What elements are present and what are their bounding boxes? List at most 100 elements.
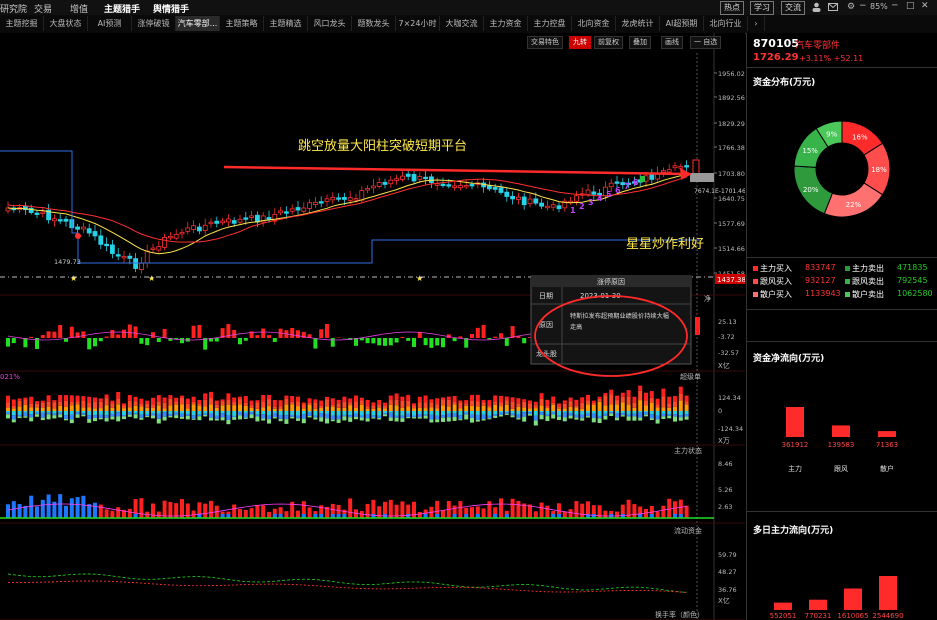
tab-11[interactable]: 主力资金	[484, 16, 528, 31]
tab-15[interactable]: AI超预期	[660, 16, 704, 31]
donut-label: 15%	[802, 147, 818, 155]
candle	[104, 243, 109, 247]
hot-button[interactable]: 热点	[720, 1, 744, 15]
candle	[312, 201, 318, 206]
tab-13[interactable]: 北向资金	[572, 16, 616, 31]
current-price-label: 1437.38	[717, 276, 745, 284]
super-order-bar	[365, 399, 370, 407]
tab-6[interactable]: 主题精选	[264, 16, 308, 31]
exchange-button[interactable]: 交流	[781, 1, 805, 15]
super-order-bar	[609, 411, 614, 413]
super-order-bar	[104, 405, 109, 411]
tab-2[interactable]: AI预测	[88, 16, 132, 31]
super-order-bar	[313, 417, 318, 420]
learn-button[interactable]: 学习	[750, 1, 774, 15]
tab-8[interactable]: 题数龙头	[352, 16, 396, 31]
panel3-tick: 0	[718, 407, 722, 415]
kline-chart[interactable]: 1956.02 1892.56 1829.29 1766.38 1703.80 1640.…	[0, 33, 745, 620]
super-order-bar	[562, 400, 567, 404]
super-order-bar	[23, 416, 28, 418]
super-order-bar	[93, 415, 97, 418]
event-flag-icon	[640, 176, 645, 182]
divider	[747, 511, 937, 512]
minimize-icon[interactable]: ─	[892, 1, 897, 11]
limit-up-popup[interactable]: 涨停原因日期 2023-01-30原因特斯拉发布超预期业绩股价持续大幅走高龙头股	[530, 275, 692, 377]
super-order-bar	[249, 414, 254, 419]
super-order-bar	[180, 416, 184, 419]
donut-label: 18%	[871, 166, 887, 174]
toolbar-button-5[interactable]: 一 自选	[690, 36, 722, 49]
toolbar-button-3[interactable]: 叠加	[629, 36, 651, 49]
tab-16[interactable]: 北向行业	[704, 16, 748, 31]
super-order-bar	[35, 407, 39, 411]
state-bar-red	[238, 509, 242, 518]
menu-item-value[interactable]: 增值	[70, 2, 88, 15]
super-order-bar	[75, 395, 80, 402]
super-order-bar	[394, 393, 399, 400]
tab-7[interactable]: 风口龙头	[308, 16, 352, 31]
tab-0[interactable]: 主题挖掘	[0, 16, 44, 31]
toolbar-button-0[interactable]: 交易特色	[527, 36, 563, 49]
super-order-bar	[81, 400, 86, 408]
zoom-out-icon[interactable]: −	[859, 1, 867, 11]
net-flow-bar	[695, 317, 700, 335]
super-order-bar	[591, 417, 596, 423]
tab-1[interactable]: 大盘状态	[44, 16, 88, 31]
super-order-bar	[168, 411, 173, 415]
super-order-bar	[493, 401, 498, 405]
super-order-bar	[307, 412, 312, 417]
super-order-bar	[313, 415, 318, 418]
super-order-bar	[580, 411, 585, 415]
tab-14[interactable]: 龙虎统计	[616, 16, 660, 31]
super-order-bar	[348, 411, 353, 416]
candle	[40, 211, 46, 215]
tab-3[interactable]: 涨停破镜	[132, 16, 176, 31]
settings-icon[interactable]: ⚙	[847, 2, 855, 12]
tab-12[interactable]: 主力控盘	[528, 16, 572, 31]
super-order-bar	[475, 406, 480, 411]
super-order-bar	[354, 408, 358, 411]
toolbar-button-1[interactable]: 九转	[569, 36, 591, 49]
net-flow-bar	[238, 338, 242, 345]
super-order-bar	[46, 414, 51, 420]
super-order-bar	[307, 411, 312, 413]
state-bar-red	[191, 510, 196, 518]
tab-5[interactable]: 主题策略	[220, 16, 264, 31]
tab-4[interactable]: 汽车零部...	[176, 16, 220, 31]
super-order-bar	[191, 418, 196, 420]
net-flow-bar	[243, 338, 248, 341]
menu-item-theme-hunter[interactable]: 主题猎手	[104, 2, 140, 15]
super-order-bar	[191, 415, 196, 419]
super-order-bar	[330, 411, 335, 416]
super-order-bar	[319, 411, 324, 414]
state-bar-red	[667, 498, 672, 518]
super-order-bar	[406, 406, 411, 411]
net-flow-bar	[104, 336, 109, 338]
user-icon[interactable]	[812, 2, 821, 12]
super-order-bar	[586, 400, 590, 405]
super-order-bar	[307, 398, 312, 403]
super-order-bar	[597, 398, 602, 402]
net-flow-bar	[487, 338, 492, 340]
tab-10[interactable]: 大咖交流	[440, 16, 484, 31]
close-icon[interactable]: ✕	[921, 1, 929, 11]
super-order-bar	[644, 414, 648, 417]
super-order-bar	[272, 417, 277, 419]
toolbar-button-4[interactable]: 画线	[661, 36, 683, 49]
candle	[678, 166, 684, 169]
toolbar-button-2[interactable]: 前复权	[594, 36, 623, 49]
super-order-bar	[348, 405, 353, 411]
stock-code: 870105	[753, 37, 799, 50]
super-order-bar	[284, 411, 289, 416]
super-order-bar	[359, 404, 364, 411]
menu-item-research[interactable]: 研究院	[0, 2, 27, 15]
candle	[98, 235, 104, 245]
super-order-bar	[348, 402, 353, 406]
mail-icon[interactable]	[828, 3, 838, 14]
menu-item-trade[interactable]: 交易	[34, 2, 52, 15]
menu-item-sentiment-hunter[interactable]: 舆情猎手	[153, 2, 189, 15]
tab-9[interactable]: 7×24小时	[396, 16, 440, 31]
maximize-icon[interactable]: □	[906, 1, 915, 11]
flow-value: 792545	[897, 276, 928, 285]
tab-scroll-icon[interactable]: ›	[748, 16, 765, 31]
